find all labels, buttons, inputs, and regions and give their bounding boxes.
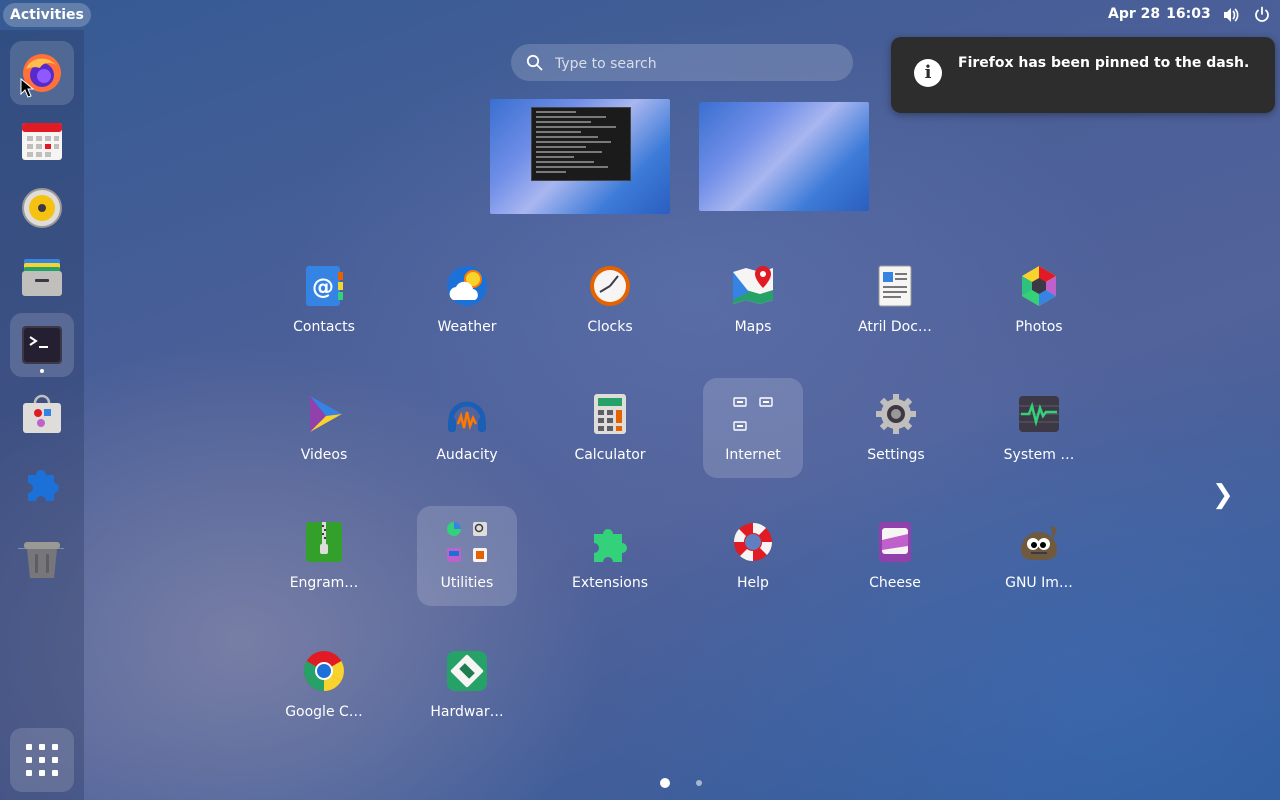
app-videos[interactable]: Videos [274, 378, 374, 478]
app-label: Weather [437, 319, 497, 335]
audacity-icon [448, 401, 486, 432]
app-audacity[interactable]: Audacity [417, 378, 517, 478]
folder-internet[interactable]: Internet [703, 378, 803, 478]
app-clocks[interactable]: Clocks [560, 250, 660, 350]
folder-utilities[interactable]: Utilities [417, 506, 517, 606]
show-apps-button[interactable] [10, 728, 74, 792]
app-contacts[interactable]: @ Contacts [274, 250, 374, 350]
app-cheese[interactable]: Cheese [845, 506, 945, 606]
app-photos[interactable]: Photos [989, 250, 1089, 350]
app-engrampa[interactable]: Engram… [274, 506, 374, 606]
hardware-icon [447, 651, 487, 691]
app-label: Photos [1015, 319, 1063, 335]
app-label: Help [737, 575, 769, 591]
power-icon[interactable] [1253, 6, 1271, 24]
search-icon [526, 54, 543, 71]
app-label: Hardwar… [430, 704, 504, 720]
settings-icon [876, 394, 916, 434]
page-indicator-2[interactable] [696, 780, 702, 786]
notification-message: Firefox has been pinned to the dash. [958, 55, 1250, 71]
time-label: 16:03 [1166, 6, 1211, 22]
search-input[interactable] [553, 44, 847, 83]
search-bar[interactable] [511, 44, 853, 83]
app-label: Atril Doc… [858, 319, 932, 335]
app-label: Extensions [571, 575, 649, 591]
notification-banner[interactable]: i Firefox has been pinned to the dash. [891, 37, 1275, 113]
terminal-icon [22, 326, 62, 364]
dash-item-extensions[interactable] [10, 451, 74, 515]
terminal-window-thumbnail[interactable] [531, 107, 631, 181]
maps-icon [733, 266, 773, 304]
chrome-icon [304, 651, 344, 691]
photos-icon [1022, 266, 1056, 306]
workspace-thumbnail-1[interactable] [490, 99, 670, 214]
app-label: Utilities [440, 575, 494, 591]
app-label: Clocks [587, 319, 633, 335]
mouse-pointer-icon [20, 78, 34, 98]
trash-icon [24, 542, 60, 578]
contacts-icon: @ [306, 266, 343, 306]
app-maps[interactable]: Maps [703, 250, 803, 350]
app-help[interactable]: Help [703, 506, 803, 606]
app-label: Maps [734, 319, 772, 335]
app-label: GNU Im… [1005, 575, 1073, 591]
clocks-icon [590, 266, 630, 306]
info-icon: i [914, 59, 942, 87]
app-label: Google C… [285, 704, 363, 720]
dash-item-software[interactable] [10, 382, 74, 446]
archive-icon [306, 522, 342, 562]
app-label: Contacts [293, 319, 355, 335]
app-google-chrome[interactable]: Google C… [274, 635, 374, 735]
app-gimp[interactable]: GNU Im… [989, 506, 1089, 606]
svg-text:@: @ [312, 275, 334, 300]
clock[interactable]: Apr 28 16:03 [1108, 6, 1217, 22]
app-label: Calculator [574, 447, 646, 463]
folder-icon [447, 522, 487, 562]
app-label: Engram… [289, 575, 359, 591]
workspace-thumbnail-2[interactable] [699, 102, 869, 211]
app-label: Videos [300, 447, 348, 463]
software-icon [23, 394, 61, 433]
app-label: Internet [725, 447, 781, 463]
files-icon [22, 259, 62, 296]
app-settings[interactable]: Settings [846, 378, 946, 478]
dash-item-trash[interactable] [10, 527, 74, 591]
next-page-arrow[interactable]: ❯ [1212, 480, 1234, 510]
running-indicator [40, 369, 44, 373]
dash-item-rhythmbox[interactable] [10, 176, 74, 240]
top-bar: Activities Apr 28 16:03 [0, 0, 1280, 30]
dash-item-terminal[interactable] [10, 313, 74, 377]
app-hardware[interactable]: Hardwar… [417, 635, 517, 735]
help-icon [733, 522, 773, 562]
date-label: Apr 28 [1108, 6, 1161, 22]
app-extensions[interactable]: Extensions [560, 506, 660, 606]
activities-button[interactable]: Activities [3, 3, 91, 27]
page-indicator-1[interactable] [660, 778, 670, 788]
document-viewer-icon [878, 265, 912, 307]
system-monitor-icon [1019, 396, 1059, 432]
app-system-monitor[interactable]: System … [989, 378, 1089, 478]
dash-item-files[interactable] [10, 245, 74, 309]
videos-icon [310, 396, 342, 432]
rhythmbox-icon [22, 188, 62, 228]
folder-icon [733, 397, 773, 431]
extensions-icon [28, 470, 59, 501]
app-calculator[interactable]: Calculator [560, 378, 660, 478]
extensions-icon [594, 529, 627, 562]
gimp-icon [1021, 526, 1057, 560]
app-label: System … [1003, 447, 1075, 463]
dash-item-calendar[interactable] [10, 109, 74, 173]
app-label: Settings [867, 447, 925, 463]
grid-icon [26, 744, 58, 776]
weather-icon [447, 266, 487, 306]
app-label: Cheese [869, 575, 921, 591]
calendar-icon [22, 123, 62, 160]
volume-icon[interactable] [1222, 6, 1240, 24]
cheese-icon [879, 522, 911, 562]
app-label: Audacity [436, 447, 498, 463]
dash [0, 30, 84, 800]
app-weather[interactable]: Weather [417, 250, 517, 350]
calculator-icon [594, 394, 626, 434]
app-atril[interactable]: Atril Doc… [845, 250, 945, 350]
